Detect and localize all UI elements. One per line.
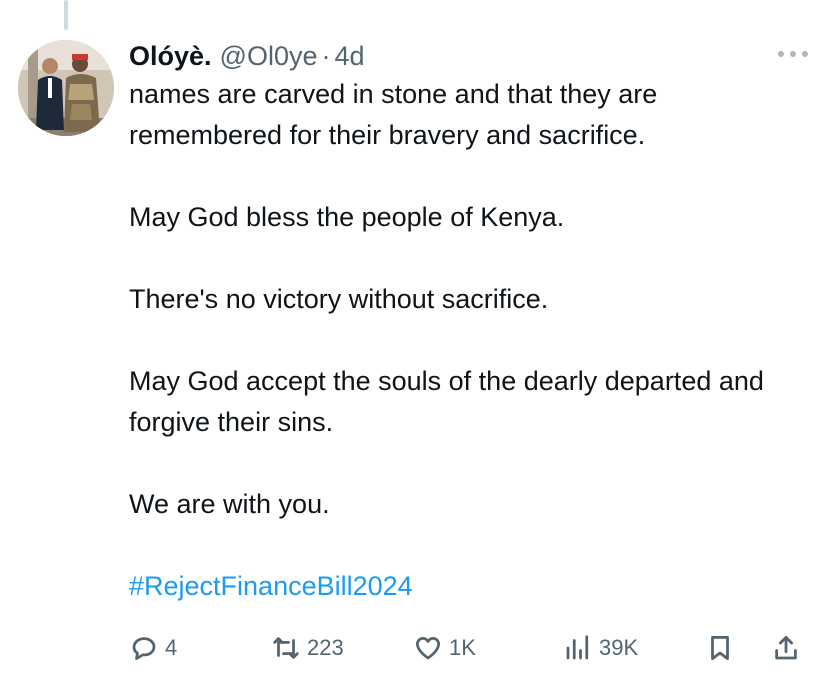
views-icon xyxy=(566,635,589,660)
share-icon xyxy=(775,636,797,660)
repost-button[interactable]: 223 xyxy=(271,628,344,668)
tweet-paragraph: May God accept the souls of the dearly d… xyxy=(129,366,764,437)
tweet-paragraph: We are with you. xyxy=(129,489,330,519)
reply-icon xyxy=(132,637,156,660)
views-count: 39K xyxy=(599,635,639,660)
reply-button[interactable]: 4 xyxy=(129,628,177,668)
views-button[interactable]: 39K xyxy=(563,628,638,668)
author-name[interactable]: Olóyè. xyxy=(129,38,212,74)
tweet-paragraph-hashtag: #RejectFinanceBill2024 xyxy=(129,566,789,607)
heart-icon xyxy=(416,637,440,660)
tweet-header: Olóyè. @Ol0ye · 4d xyxy=(129,38,789,74)
bookmark-icon xyxy=(711,636,729,660)
bookmark-button[interactable] xyxy=(705,628,735,668)
tweet-paragraph: May God bless the people of Kenya. xyxy=(129,202,565,232)
tweet-actions: 4 223 1K 39K xyxy=(129,628,809,668)
avatar[interactable] xyxy=(18,40,114,136)
avatar-photo xyxy=(18,40,114,136)
thread-connector-line xyxy=(64,0,68,30)
like-count: 1K xyxy=(449,635,476,660)
more-icon-dot xyxy=(802,51,808,57)
like-button[interactable]: 1K xyxy=(413,628,476,668)
tweet-paragraph: names are carved in stone and that they … xyxy=(129,79,658,150)
tweet-content: Olóyè. @Ol0ye · 4d names are carved in s… xyxy=(129,38,789,607)
repost-count: 223 xyxy=(307,635,344,660)
more-icon-dot xyxy=(790,51,796,57)
share-button[interactable] xyxy=(771,628,801,668)
hashtag-link[interactable]: #RejectFinanceBill2024 xyxy=(129,571,413,601)
tweet-paragraph: There's no victory without sacrifice. xyxy=(129,284,549,314)
timestamp[interactable]: 4d xyxy=(334,38,364,74)
reply-count: 4 xyxy=(165,635,178,660)
repost-icon xyxy=(273,637,299,659)
author-handle[interactable]: @Ol0ye xyxy=(220,38,318,74)
tweet-text: names are carved in stone and that they … xyxy=(129,74,789,607)
separator: · xyxy=(321,41,331,71)
